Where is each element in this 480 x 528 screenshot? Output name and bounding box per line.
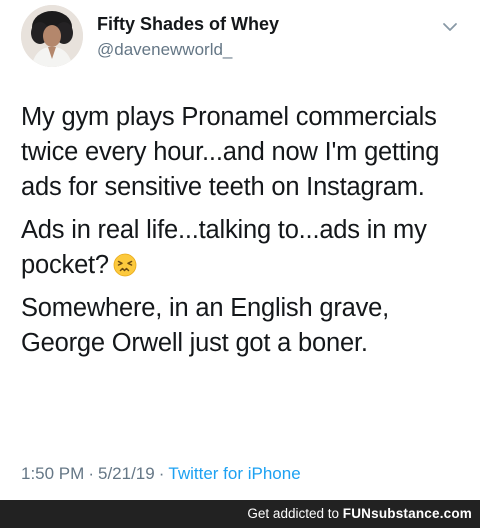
tweet-meta: 1:50 PM · 5/21/19 · Twitter for iPhone [21, 464, 301, 484]
footer-tagline: Get addicted to [247, 506, 339, 521]
brand-part-tld: .com [439, 506, 472, 521]
tweet-time[interactable]: 1:50 PM [21, 464, 84, 483]
meta-separator: · [158, 464, 165, 483]
watermark-footer: Get addicted to FUNsubstance.com [0, 500, 480, 528]
tweet-source-link[interactable]: Twitter for iPhone [168, 464, 300, 483]
meta-separator: · [88, 464, 94, 483]
brand-logo[interactable]: FUNsubstance.com [343, 506, 472, 521]
user-handle[interactable]: @davenewworld_ [97, 40, 232, 60]
brand-part-fun: FUN [342, 506, 372, 521]
confounded-face-icon [113, 252, 137, 277]
chevron-down-icon[interactable] [440, 17, 460, 37]
tweet-card: Fifty Shades of Whey @davenewworld_ My g… [0, 0, 480, 500]
tweet-paragraph: Ads in real life...talking to...ads in m… [21, 213, 471, 283]
tweet-paragraph-text: Ads in real life...talking to...ads in m… [21, 216, 427, 279]
footer-text: Get addicted to FUNsubstance.com [247, 506, 472, 521]
display-name[interactable]: Fifty Shades of Whey [97, 14, 279, 35]
brand-part-substance: substance [371, 506, 440, 521]
tweet-date[interactable]: 5/21/19 [98, 464, 155, 483]
avatar[interactable] [21, 5, 83, 67]
tweet-paragraph: Somewhere, in an English grave, George O… [21, 294, 390, 357]
tweet-paragraph: My gym plays Pronamel commercials twice … [21, 103, 440, 201]
tweet-text: My gym plays Pronamel commercials twice … [21, 100, 471, 369]
